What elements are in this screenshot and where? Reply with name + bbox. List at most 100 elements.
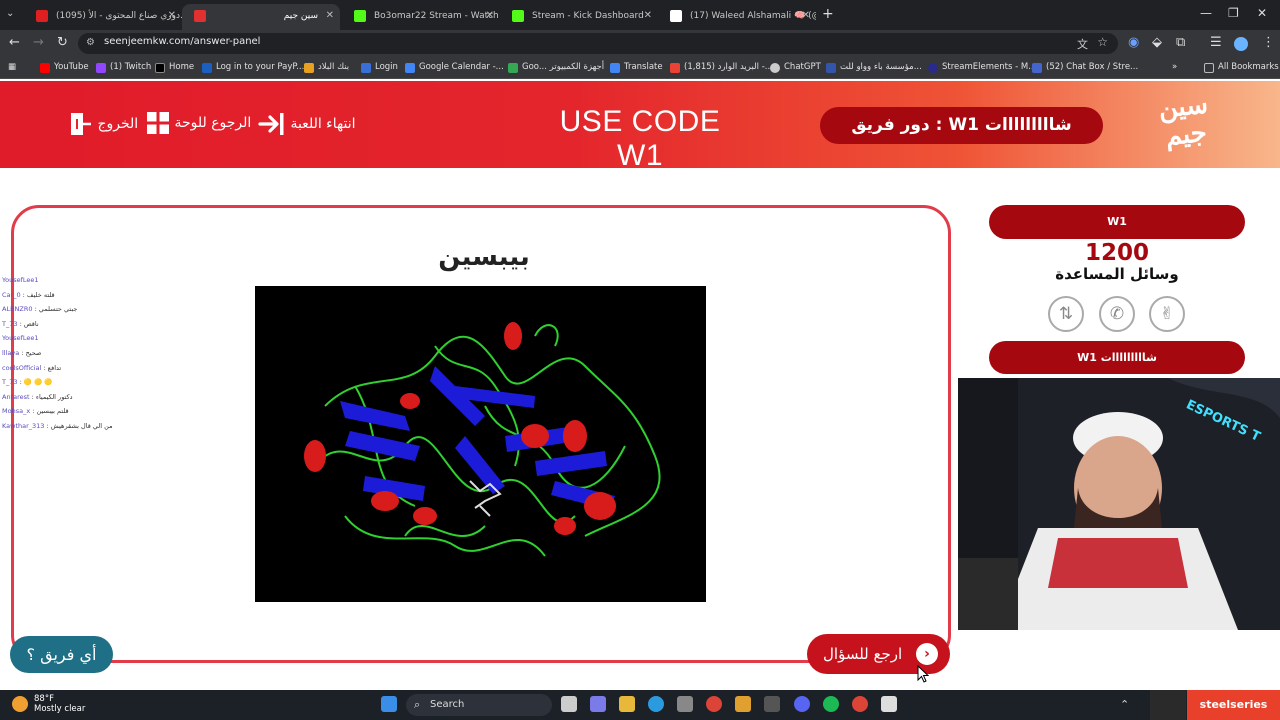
bookmark-item[interactable]: YouTube <box>40 62 89 73</box>
webcam-feed: ESPORTS T <box>958 378 1280 630</box>
browser-tab[interactable]: Stream - Kick Dashboard ✕ <box>500 4 658 30</box>
bookmark-item[interactable]: (52) Chat Box / Stre... <box>1032 62 1139 73</box>
end-game-label: انتهاء اللعبة <box>290 116 356 132</box>
minimize-icon[interactable]: — <box>1200 6 1212 20</box>
close-icon[interactable]: ✕ <box>644 4 652 28</box>
team-turn-indicator: دور فريق : W1 شااااااااات <box>820 107 1103 144</box>
back-to-question-label: ارجع للسؤال <box>823 645 903 663</box>
taskbar-search[interactable]: ⌕ Search <box>406 694 552 716</box>
tray-app-icon[interactable] <box>1150 690 1186 720</box>
chrome-icon[interactable] <box>706 696 722 712</box>
close-icon[interactable]: ✕ <box>802 4 810 28</box>
steelseries-logo: steelseries <box>1187 690 1280 720</box>
spotify-icon[interactable] <box>823 696 839 712</box>
bookmark-item[interactable]: Translate <box>610 62 663 73</box>
youtube-icon <box>40 63 50 73</box>
app-icon[interactable] <box>764 696 780 712</box>
profile-avatar-icon[interactable] <box>1234 37 1248 51</box>
team-name-badge: W1 <box>989 205 1245 239</box>
bookmark-item[interactable]: Google Calendar -... <box>405 62 504 73</box>
youtube-icon <box>36 10 48 22</box>
edge-icon[interactable] <box>648 696 664 712</box>
weather-widget[interactable]: 88°F Mostly clear <box>12 694 85 714</box>
bookmark-item[interactable]: Login <box>361 62 398 73</box>
swap-icon[interactable]: ⇅ <box>1048 296 1084 332</box>
chatgpt-icon <box>770 63 780 73</box>
app-icon[interactable] <box>735 696 751 712</box>
bookmark-label: (52) Chat Box / Stre... <box>1046 62 1139 72</box>
all-bookmarks-label: All Bookmarks <box>1218 62 1279 72</box>
all-bookmarks[interactable]: All Bookmarks <box>1204 62 1279 73</box>
tab-search-icon[interactable]: ⌄ <box>6 8 20 22</box>
which-team-button[interactable]: أي فريق ؟ <box>10 636 113 673</box>
team-name-bottom: W1 شااااااااات <box>989 341 1245 374</box>
end-game-button[interactable]: انتهاء اللعبة <box>258 111 356 137</box>
address-bar[interactable]: ⚙ seenjeemkw.com/answer-panel 文 ☆ <box>78 33 1118 54</box>
url-text[interactable]: seenjeemkw.com/answer-panel <box>104 36 260 47</box>
bookmark-item[interactable]: (1,815) البريد الوارد -... <box>670 62 773 73</box>
grid-icon <box>147 112 169 134</box>
site-info-icon[interactable]: ⚙ <box>86 37 95 48</box>
exit-button[interactable]: الخروج <box>69 111 138 137</box>
side-panel-icon[interactable]: ☰ <box>1210 35 1222 50</box>
bookmark-item[interactable]: Home <box>155 62 194 73</box>
back-icon[interactable]: ← <box>9 35 20 50</box>
chevron-right-icon[interactable]: » <box>1172 62 1177 72</box>
copilot-icon[interactable] <box>590 696 606 712</box>
exit-label: الخروج <box>97 116 139 132</box>
close-icon[interactable]: ✕ <box>168 4 176 28</box>
bookmark-item[interactable]: (1) Twitch <box>96 62 151 73</box>
discord-icon[interactable] <box>794 696 810 712</box>
new-tab-icon[interactable]: + <box>822 6 834 22</box>
bookmark-item[interactable]: Log in to your PayP... <box>202 62 304 73</box>
bookmark-label: Goo... أجهزة الكمبيوتر <box>522 62 605 72</box>
search-label: Search <box>430 699 465 710</box>
chat-username: coolsOfficial <box>2 363 42 372</box>
windows-start-icon[interactable] <box>381 696 397 712</box>
chevron-up-icon[interactable]: ⌃ <box>1120 698 1129 711</box>
chat-username: Mohsa_x <box>2 407 31 416</box>
mouse-pointer-icon <box>917 665 929 683</box>
bookmark-item[interactable]: بنك البلاد <box>304 62 349 73</box>
back-to-board-button[interactable]: الرجوع للوحة <box>146 111 251 135</box>
store-icon[interactable] <box>677 696 693 712</box>
seen-jeem-logo[interactable]: سين جيم <box>1151 90 1219 158</box>
close-icon[interactable]: ✕ <box>326 4 334 28</box>
phone-icon[interactable]: ✆ <box>1099 296 1135 332</box>
bookmark-item[interactable]: StreamElements - M... <box>928 62 1036 73</box>
browser-tab[interactable]: Bo3omar22 Stream - Watch ✕ <box>342 4 500 30</box>
hand-icon[interactable]: ✌ <box>1149 296 1185 332</box>
bookmark-star-icon[interactable]: ☆ <box>1097 35 1108 49</box>
close-icon[interactable]: ✕ <box>486 4 494 28</box>
bookmark-item[interactable]: Goo... أجهزة الكمبيوتر <box>508 62 605 73</box>
browser-tab[interactable]: (17) Waleed Alshamali 🧠 (@W ✕ <box>658 4 816 30</box>
bookmark-item[interactable]: مؤسسة باء وواو للت... <box>826 62 922 73</box>
tab-label: سين جيم <box>283 11 318 21</box>
file-explorer-icon[interactable] <box>619 696 635 712</box>
reload-icon[interactable]: ↻ <box>57 35 68 50</box>
apps-grid-icon[interactable]: ▦ <box>8 62 16 72</box>
temperature: 88°F <box>34 694 54 704</box>
bookmark-label: Translate <box>624 62 663 72</box>
maximize-icon[interactable]: ❐ <box>1228 6 1239 20</box>
browser-tab-active[interactable]: سين جيم ✕ <box>182 4 340 30</box>
exit-arrow-icon <box>258 113 284 135</box>
chatbox-icon <box>1032 63 1042 73</box>
close-window-icon[interactable]: ✕ <box>1257 6 1267 20</box>
chrome-icon[interactable] <box>852 696 868 712</box>
extension-icon[interactable]: ⬙ <box>1152 35 1162 50</box>
login-icon <box>361 63 371 73</box>
task-view-icon[interactable] <box>561 696 577 712</box>
app-icon[interactable] <box>881 696 897 712</box>
extension-icon[interactable]: ◉ <box>1128 35 1139 50</box>
bookmark-item[interactable]: ChatGPT <box>770 62 821 73</box>
forward-icon[interactable]: → <box>33 35 44 50</box>
bookmark-label: مؤسسة باء وواو للت... <box>840 62 922 72</box>
menu-icon[interactable]: ⋮ <box>1262 35 1275 50</box>
browser-tab[interactable]: (1095) دوري صناع المحتوى - الأ... ✕ <box>24 4 182 30</box>
extensions-puzzle-icon[interactable]: ⧉ <box>1176 35 1185 50</box>
chat-text: قلته خليف <box>26 290 55 299</box>
chat-text: قلتم بيبسين <box>36 407 69 416</box>
protein-structure-image <box>255 286 706 602</box>
translate-icon[interactable]: 文 <box>1077 36 1088 52</box>
